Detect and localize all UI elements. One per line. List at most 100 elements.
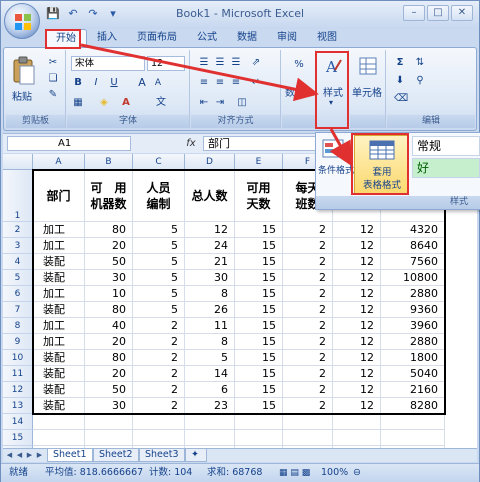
table-cell[interactable]: 12 <box>333 254 381 270</box>
table-cell[interactable]: 2 <box>133 318 185 334</box>
increase-indent-icon[interactable]: ⇥ <box>213 96 227 109</box>
empty-cell[interactable] <box>33 430 85 446</box>
column-header-d[interactable]: D <box>185 154 235 170</box>
table-cell[interactable]: 装配 <box>33 398 85 414</box>
border-icon[interactable]: ▦ <box>71 96 85 109</box>
styles-icon[interactable]: A <box>323 56 343 76</box>
conditional-format-label[interactable]: 条件格式 <box>318 163 354 176</box>
table-cell[interactable]: 8280 <box>381 398 445 414</box>
table-cell[interactable]: 5 <box>133 302 185 318</box>
empty-cell[interactable] <box>185 430 235 446</box>
align-top-icon[interactable]: ☰ <box>197 56 211 69</box>
table-cell[interactable]: 15 <box>235 334 283 350</box>
table-cell[interactable]: 2 <box>283 270 333 286</box>
wrap-text-icon[interactable]: ↵ <box>249 76 263 89</box>
percent-icon[interactable]: % <box>292 58 306 71</box>
table-cell[interactable]: 20 <box>85 366 133 382</box>
table-cell[interactable]: 加工 <box>33 286 85 302</box>
tab-sheet3[interactable]: Sheet3 <box>139 449 185 462</box>
align-left-icon[interactable]: ≡ <box>197 76 211 89</box>
table-cell[interactable]: 20 <box>85 334 133 350</box>
style-normal[interactable]: 常规 <box>412 136 480 156</box>
table-cell[interactable]: 2880 <box>381 286 445 302</box>
table-cell[interactable]: 2 <box>283 238 333 254</box>
tab-insert[interactable]: 插入 <box>87 29 127 47</box>
italic-button[interactable]: I <box>89 76 103 89</box>
table-cell[interactable]: 12 <box>333 238 381 254</box>
table-cell[interactable]: 30 <box>85 270 133 286</box>
align-middle-icon[interactable]: ☰ <box>213 56 227 69</box>
table-cell[interactable]: 加工 <box>33 318 85 334</box>
shrink-font-button[interactable]: A <box>151 76 165 89</box>
cut-icon[interactable]: ✂ <box>46 56 60 69</box>
table-cell[interactable]: 12 <box>333 318 381 334</box>
table-cell[interactable]: 15 <box>235 286 283 302</box>
table-cell[interactable]: 装配 <box>33 302 85 318</box>
table-cell[interactable]: 15 <box>235 318 283 334</box>
table-cell[interactable]: 2 <box>283 318 333 334</box>
bold-button[interactable]: B <box>71 76 85 89</box>
table-cell[interactable]: 2 <box>133 382 185 398</box>
row-header-7[interactable]: 7 <box>3 302 33 318</box>
table-cell[interactable]: 15 <box>235 222 283 238</box>
table-cell[interactable]: 23 <box>185 398 235 414</box>
prev-sheet-icon[interactable]: ◀ <box>15 450 24 461</box>
row-header-13[interactable]: 13 <box>3 398 33 414</box>
table-cell[interactable]: 2 <box>133 350 185 366</box>
font-family-select[interactable]: 宋体 <box>71 56 145 71</box>
font-size-select[interactable]: 12 <box>147 56 185 71</box>
row-header-2[interactable]: 2 <box>3 222 33 238</box>
tab-data[interactable]: 数据 <box>227 29 267 47</box>
style-good[interactable]: 好 <box>412 158 480 178</box>
styles-dropdown-icon[interactable]: ▾ <box>329 98 333 107</box>
table-cell[interactable]: 15 <box>235 302 283 318</box>
table-header-cell[interactable]: 部门 <box>33 170 85 222</box>
table-cell[interactable]: 8 <box>185 334 235 350</box>
table-cell[interactable]: 12 <box>185 222 235 238</box>
table-cell[interactable]: 12 <box>333 334 381 350</box>
orientation-icon[interactable]: ⇗ <box>249 56 263 69</box>
empty-cell[interactable] <box>33 414 85 430</box>
table-cell[interactable]: 1800 <box>381 350 445 366</box>
row-header-3[interactable]: 3 <box>3 238 33 254</box>
row-header-15[interactable]: 15 <box>3 430 33 446</box>
table-header-cell[interactable]: 可 用 机器数 <box>85 170 133 222</box>
paste-label[interactable]: 粘贴 <box>12 88 32 103</box>
view-mode-icon[interactable]: ▦ ▤ ▩ <box>279 464 310 482</box>
row-header-14[interactable]: 14 <box>3 414 33 430</box>
next-sheet-icon[interactable]: ▶ <box>25 450 34 461</box>
zoom-slider-icon[interactable]: ⊖ <box>353 464 361 482</box>
table-cell[interactable]: 12 <box>333 270 381 286</box>
empty-cell[interactable] <box>85 414 133 430</box>
row-header-12[interactable]: 12 <box>3 382 33 398</box>
table-cell[interactable]: 2 <box>283 350 333 366</box>
table-cell[interactable]: 加工 <box>33 222 85 238</box>
empty-cell[interactable] <box>235 414 283 430</box>
table-cell[interactable]: 2 <box>283 222 333 238</box>
fill-icon[interactable]: ⬇ <box>393 74 407 87</box>
tab-sheet1[interactable]: Sheet1 <box>47 449 93 462</box>
table-cell[interactable]: 12 <box>333 286 381 302</box>
tab-page-layout[interactable]: 页面布局 <box>127 29 187 47</box>
table-cell[interactable]: 80 <box>85 302 133 318</box>
first-sheet-icon[interactable]: ◀ <box>5 450 14 461</box>
tab-review[interactable]: 审阅 <box>267 29 307 47</box>
table-cell[interactable]: 装配 <box>33 350 85 366</box>
maximize-button[interactable]: □ <box>427 5 449 21</box>
last-sheet-icon[interactable]: ▶ <box>35 450 44 461</box>
empty-cell[interactable] <box>381 430 445 446</box>
table-cell[interactable]: 8640 <box>381 238 445 254</box>
table-cell[interactable]: 15 <box>235 350 283 366</box>
table-cell[interactable]: 装配 <box>33 270 85 286</box>
font-color-icon[interactable]: A <box>119 96 133 109</box>
table-cell[interactable]: 5 <box>133 270 185 286</box>
table-cell[interactable]: 80 <box>85 222 133 238</box>
table-cell[interactable]: 5040 <box>381 366 445 382</box>
empty-cell[interactable] <box>333 430 381 446</box>
table-cell[interactable]: 15 <box>235 398 283 414</box>
select-all-corner[interactable] <box>3 154 33 170</box>
table-cell[interactable]: 2160 <box>381 382 445 398</box>
table-cell[interactable]: 7560 <box>381 254 445 270</box>
table-cell[interactable]: 5 <box>133 238 185 254</box>
table-cell[interactable]: 2 <box>133 398 185 414</box>
